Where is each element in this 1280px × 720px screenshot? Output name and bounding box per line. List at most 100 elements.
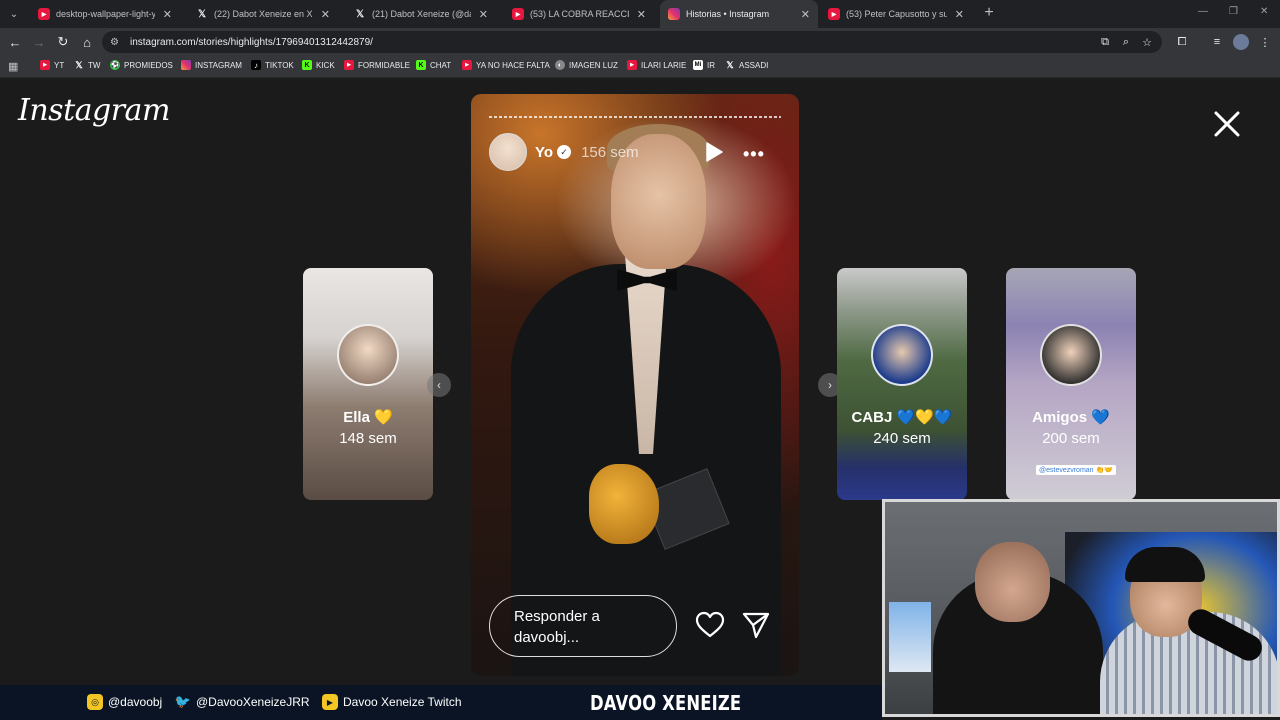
window-close-icon[interactable]: ✕ [1260,6,1268,17]
tab-search-icon[interactable]: ⌄ [4,4,24,24]
bookmark-ir[interactable]: Mi IR [693,60,715,70]
x-icon: 𝕏 [726,59,734,70]
youtube-icon: ▶ [512,8,524,20]
bookmark-ilari-larie[interactable]: ▶ ILARI LARIE [627,60,686,70]
tab-title: (53) LA COBRA REACCIONA Y C [530,9,629,19]
install-app-icon[interactable]: ⧉ [1097,34,1113,50]
site-info-icon[interactable]: ⚙ [110,37,124,48]
bookmark-kick[interactable]: K KICK [302,60,335,70]
more-options-icon[interactable]: ••• [743,144,765,165]
highlight-cover [871,324,933,386]
send-icon[interactable] [741,610,771,640]
streamer-cap [1125,547,1205,582]
close-icon[interactable]: ✕ [955,8,964,21]
highlight-time: 240 sem [873,430,931,447]
address-bar[interactable]: ⚙ instagram.com/stories/highlights/17969… [102,31,1162,53]
apps-grid-icon[interactable]: ▦ [8,60,18,73]
close-icon[interactable]: ✕ [163,8,172,21]
stream-twitter-handle: @DavooXeneizeJRR [196,695,310,709]
verified-badge-icon: ✓ [557,145,572,159]
kick-icon: K [416,60,426,70]
twitter-bird-icon: 🐦 [174,694,192,709]
story-username[interactable]: Yo [535,144,553,161]
bookmark-yt[interactable]: ▶ YT [40,60,64,70]
story-image-detail [589,464,659,544]
youtube-icon: ▶ [40,60,50,70]
tab-dabot-x[interactable]: 𝕏 (22) Dabot Xeneize en X: "@Da ✕ [188,0,338,28]
tab-la-cobra[interactable]: ▶ (53) LA COBRA REACCIONA Y C ✕ [504,0,654,28]
highlight-name: CABJ 💙💛💙 [851,409,953,426]
back-icon[interactable]: ← [6,33,24,51]
minimize-icon[interactable]: — [1198,6,1208,17]
close-icon[interactable]: ✕ [637,8,646,21]
highlight-name: Amigos 💙 [1032,409,1110,426]
story-avatar[interactable] [489,133,527,171]
tab-instagram-stories[interactable]: Historias • Instagram ✕ [660,0,818,28]
highlight-cover [337,324,399,386]
new-tab-button[interactable]: + [980,4,998,22]
bookmark-label: YT [54,60,65,70]
reload-icon[interactable]: ↻ [54,33,72,51]
youtube-icon: ▶ [828,8,840,20]
media-icon[interactable]: ≡ [1209,34,1225,50]
close-icon[interactable]: ✕ [801,8,810,21]
bookmark-label: YA NO HACE FALTA [476,60,550,70]
reply-input[interactable]: Responder a davoobj... [489,595,677,657]
bookmark-chat[interactable]: K CHAT [416,60,451,70]
x-icon: 𝕏 [355,8,365,20]
bookmark-label: KICK [316,60,335,70]
mention-sticker: @estevezvroman 👏🤝 [1036,465,1116,475]
bookmark-label: TIKTOK [265,60,294,70]
x-icon: 𝕏 [75,59,83,70]
story-frame[interactable]: Yo ✓ 156 sem ••• Responder a davoobj... [471,94,799,676]
kick-icon: K [302,60,312,70]
tab-title: Historias • Instagram [686,9,770,19]
bookmark-promiedos[interactable]: ⚽ PROMIEDOS [110,60,173,70]
close-stories-icon[interactable] [1210,107,1244,141]
restore-icon[interactable]: ❐ [1229,6,1238,17]
close-icon[interactable]: ✕ [321,8,330,21]
tab-strip: ⌄ ▶ desktop-wallpaper-light-yellow ✕ 𝕏 (… [0,0,1280,28]
play-icon[interactable] [705,142,723,162]
tab-capusotto[interactable]: ▶ (53) Peter Capusotto y sus vide ✕ [820,0,972,28]
forward-icon[interactable]: → [30,33,48,51]
menu-icon[interactable]: ⋮ [1257,34,1273,50]
browser-toolbar: ← → ↻ ⌂ ⚙ instagram.com/stories/highligh… [0,28,1280,56]
bookmark-formidable[interactable]: ▶ FORMIDABLE [344,60,410,70]
zoom-icon[interactable]: ⌕ [1118,34,1134,50]
stream-twitch: ▶ Davoo Xeneize Twitch [322,694,462,710]
close-icon[interactable]: ✕ [479,8,488,21]
bookmark-assadi[interactable]: 𝕏 ASSADI [725,60,768,70]
highlight-card-ella[interactable]: Ella 💛 148 sem [303,268,433,500]
instagram-icon [181,60,191,70]
youtube-icon: ▶ [462,60,472,70]
twitch-icon: ▶ [322,694,338,710]
tiktok-icon: ♪ [251,60,261,70]
previous-story-arrow-icon[interactable]: ‹ [427,373,451,397]
instagram-icon [668,8,680,20]
stream-twitter: 🐦 @DavooXeneizeJRR [175,694,310,710]
like-heart-icon[interactable] [695,610,725,640]
story-time: 156 sem [581,143,639,161]
bookmark-label: IR [707,60,715,70]
highlight-card-cabj[interactable]: CABJ 💙💛💙 240 sem [837,268,967,500]
profile-avatar[interactable] [1233,34,1249,50]
bookmark-tiktok[interactable]: ♪ TIKTOK [251,60,294,70]
tab-dabot-profile[interactable]: 𝕏 (21) Dabot Xeneize (@dabotxe ✕ [346,0,496,28]
bookmark-instagram[interactable]: INSTAGRAM [181,60,242,70]
instagram-logo[interactable]: Instagram [18,93,170,128]
stream-brand-title: DAVOO XENEIZE [590,691,742,715]
bookmark-label: PROMIEDOS [124,60,173,70]
bookmark-star-icon[interactable]: ☆ [1139,34,1155,50]
bookmark-ya-no-hace-falta[interactable]: ▶ YA NO HACE FALTA [462,60,550,70]
extensions-icon[interactable]: ⧠ [1174,34,1190,50]
url-text[interactable]: instagram.com/stories/highlights/1796940… [130,37,373,48]
tab-wallpaper[interactable]: ▶ desktop-wallpaper-light-yellow ✕ [30,0,180,28]
story-header: Yo ✓ 156 sem [489,132,781,172]
highlight-card-amigos[interactable]: Amigos 💙 200 sem @estevezvroman 👏🤝 [1006,268,1136,500]
highlight-name: Ella 💛 [343,409,393,426]
home-icon[interactable]: ⌂ [78,33,96,51]
bookmark-tw[interactable]: 𝕏 TW [74,60,100,70]
streamer-left-head [975,542,1050,622]
bookmark-imagen-luz[interactable]: ◐ IMAGEN LUZ [555,60,618,70]
